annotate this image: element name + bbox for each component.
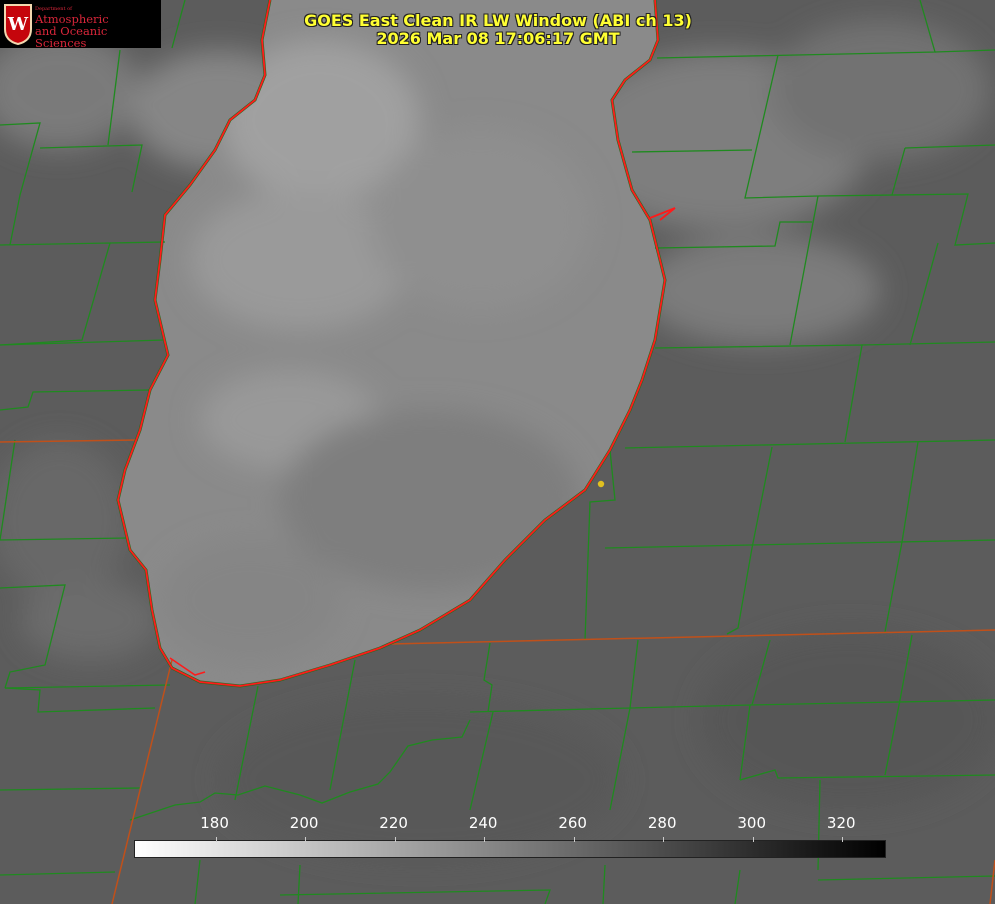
- colorbar-tick-mark: [573, 837, 575, 842]
- infrared-map: [0, 0, 995, 904]
- colorbar-tick-label: 180: [200, 814, 229, 832]
- colorbar-tick-label: 260: [558, 814, 587, 832]
- logo-name-line2: and Oceanic Sciences: [35, 24, 108, 50]
- temperature-colorbar: [134, 837, 886, 858]
- university-logo: W Department of Atmospheric and Oceanic …: [0, 0, 161, 50]
- colorbar-tick-label: 220: [379, 814, 408, 832]
- image-timestamp: 2026 Mar 08 17:06:17 GMT: [376, 29, 620, 48]
- image-title: GOES East Clean IR LW Window (ABI ch 13): [304, 11, 692, 30]
- colorbar-tick-label: 200: [289, 814, 319, 832]
- colorbar-tick-mark: [484, 837, 486, 842]
- colorbar-tick-mark: [663, 837, 665, 842]
- colorbar-tick-mark: [215, 837, 217, 842]
- colorbar-tick-mark: [305, 837, 307, 842]
- logo-text: Department of Atmospheric and Oceanic Sc…: [35, 7, 161, 50]
- crest-letter: W: [7, 14, 29, 35]
- colorbar-tick-mark: [394, 837, 396, 842]
- colorbar-tick-label: 240: [468, 814, 498, 832]
- crest-icon: W: [4, 4, 32, 45]
- colorbar-tick-label: 320: [826, 814, 856, 832]
- colorbar-tick-mark: [752, 837, 754, 842]
- colorbar-tick-label: 280: [647, 814, 677, 832]
- satellite-image-viewer: W Department of Atmospheric and Oceanic …: [0, 0, 995, 904]
- colorbar-tick-label: 300: [737, 814, 767, 832]
- colorbar-tick-mark: [842, 837, 844, 842]
- colorbar-tick-labels: 180 200 220 240 260 280 300 320: [0, 814, 995, 836]
- location-marker: [597, 480, 605, 488]
